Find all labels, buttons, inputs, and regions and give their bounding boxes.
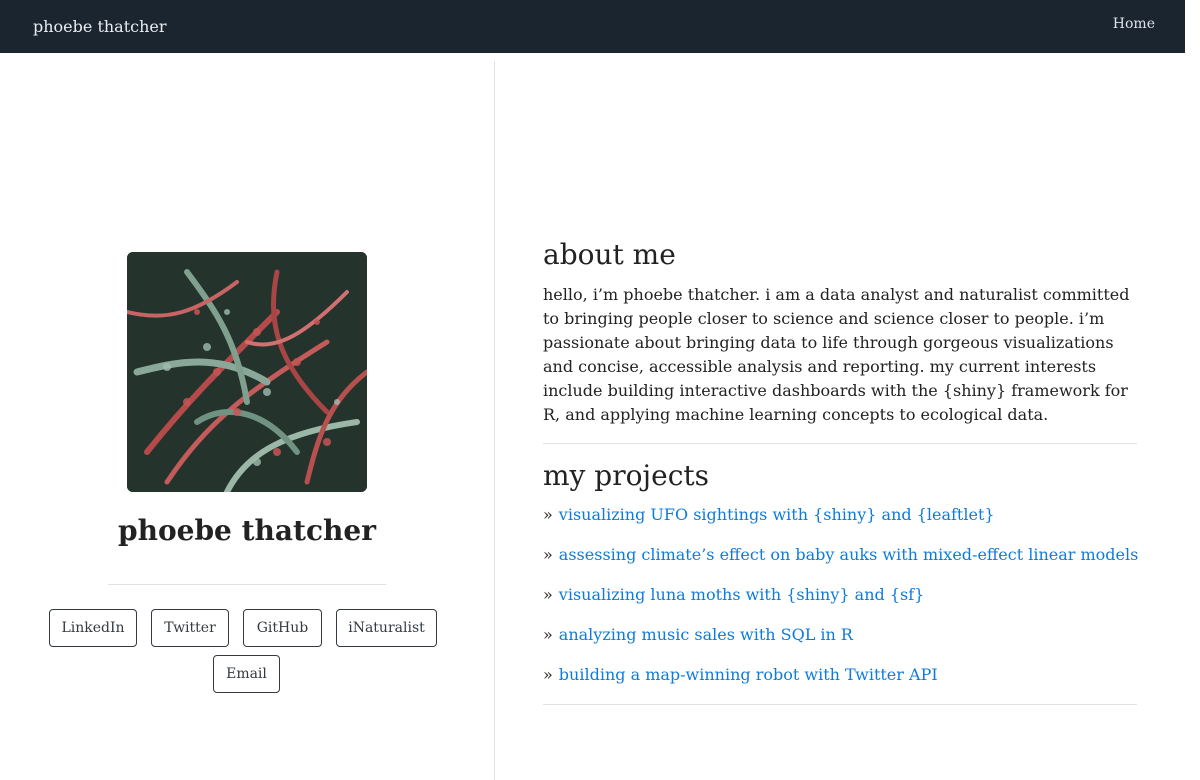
project-link-music-sales[interactable]: analyzing music sales with SQL in R <box>559 625 853 644</box>
project-item: » visualizing luna moths with {shiny} and… <box>543 584 1137 624</box>
about-paragraph: hello, i’m phoebe thatcher. i am a data … <box>543 285 1130 424</box>
github-button[interactable]: GitHub <box>243 609 322 647</box>
bullet-glyph: » <box>543 665 553 684</box>
fern-photo-image <box>127 252 367 492</box>
about-heading: about me <box>543 238 676 271</box>
nav-home-link[interactable]: Home <box>1113 16 1155 32</box>
profile-name-divider <box>108 584 386 585</box>
profile-sidebar: phoebe thatcher LinkedIn Twitter GitHub … <box>0 53 494 780</box>
bullet-glyph: » <box>543 505 553 524</box>
site-brand-link[interactable]: phoebe thatcher <box>33 17 167 36</box>
top-navbar: phoebe thatcher Home <box>0 0 1185 53</box>
project-item: » building a map-winning robot with Twitt… <box>543 664 1137 704</box>
projects-list: » visualizing UFO sightings with {shiny} … <box>543 504 1139 704</box>
project-item: » visualizing UFO sightings with {shiny} … <box>543 504 1137 544</box>
project-link-auks[interactable]: assessing climate’s effect on baby auks … <box>559 545 1139 564</box>
profile-photo <box>127 252 367 492</box>
about-divider <box>543 443 1137 444</box>
project-link-luna-moths[interactable]: visualizing luna moths with {shiny} and … <box>559 585 925 604</box>
inaturalist-button[interactable]: iNaturalist <box>336 609 437 647</box>
project-link-ufo[interactable]: visualizing UFO sightings with {shiny} a… <box>559 505 995 524</box>
scrollbar[interactable] <box>1185 0 1200 780</box>
project-link-robot[interactable]: building a map-winning robot with Twitte… <box>559 665 938 684</box>
email-button[interactable]: Email <box>213 655 280 693</box>
bullet-glyph: » <box>543 545 553 564</box>
project-item: » analyzing music sales with SQL in R <box>543 624 1137 664</box>
projects-heading: my projects <box>543 459 709 492</box>
project-item: » assessing climate’s effect on baby auks… <box>543 544 1139 584</box>
column-divider <box>494 61 495 780</box>
bullet-glyph: » <box>543 625 553 644</box>
linkedin-button[interactable]: LinkedIn <box>49 609 137 647</box>
bullet-glyph: » <box>543 585 553 604</box>
twitter-button[interactable]: Twitter <box>151 609 229 647</box>
projects-divider <box>543 704 1137 705</box>
profile-name: phoebe thatcher <box>118 514 376 547</box>
